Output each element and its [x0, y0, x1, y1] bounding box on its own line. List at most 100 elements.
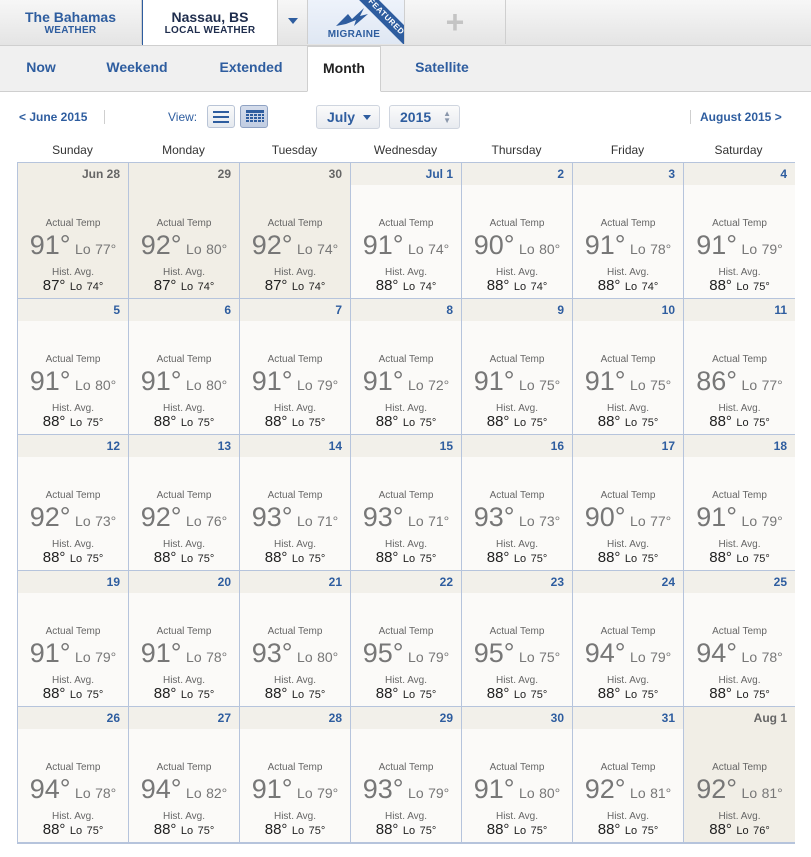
day-cell[interactable]: 5 Actual Temp 91° Lo 80° Hist. Avg. 88° Lo 7…: [18, 299, 129, 435]
add-location-tab[interactable]: +: [405, 0, 506, 44]
high-temp: 91°: [584, 230, 626, 260]
day-cell[interactable]: 17 Actual Temp 90° Lo 77° Hist. Avg. 88° Lo …: [573, 435, 684, 571]
high-temp: 93°: [251, 638, 293, 668]
weekday-label: Friday: [610, 143, 645, 157]
hist-high-temp: 88°: [486, 413, 510, 430]
actual-temps: 94° Lo 78°: [18, 774, 128, 805]
day-cell[interactable]: 26 Actual Temp 94° Lo 78° Hist. Avg. 88° Lo …: [18, 707, 129, 843]
day-cell[interactable]: 8 Actual Temp 91° Lo 72° Hist. Avg. 88° Lo 7…: [351, 299, 462, 435]
day-cell[interactable]: 27 Actual Temp 94° Lo 82° Hist. Avg. 88° Lo …: [129, 707, 240, 843]
hist-high-temp: 88°: [597, 277, 621, 294]
low-temp: 81°: [761, 785, 783, 801]
hist-avg-temps: 87° Lo 74°: [240, 277, 350, 295]
day-cell[interactable]: 30 Actual Temp 91° Lo 80° Hist. Avg. 88° Lo …: [462, 707, 573, 843]
day-cell[interactable]: 16 Actual Temp 93° Lo 73° Hist. Avg. 88° Lo …: [462, 435, 573, 571]
month-select[interactable]: July: [316, 105, 380, 129]
low-temp-prefix: Lo: [186, 377, 202, 393]
day-header: 8: [351, 299, 461, 321]
hist-high-temp: 88°: [42, 413, 66, 430]
day-number: 15: [439, 439, 453, 453]
actual-temp-label: Actual Temp: [712, 218, 767, 229]
actual-temp-label: Actual Temp: [156, 218, 212, 229]
day-cell[interactable]: 2 Actual Temp 90° Lo 80° Hist. Avg. 88° Lo 7…: [462, 163, 573, 299]
day-cell[interactable]: 28 Actual Temp 91° Lo 79° Hist. Avg. 88° Lo …: [240, 707, 351, 843]
day-header: 10: [573, 299, 683, 321]
chevron-down-icon: [363, 115, 371, 120]
tab-satellite[interactable]: Satellite: [400, 46, 484, 91]
day-cell[interactable]: 21 Actual Temp 93° Lo 80° Hist. Avg. 88° Lo …: [240, 571, 351, 707]
location-dropdown-button[interactable]: [279, 0, 308, 44]
day-cell[interactable]: Jul 1 Actual Temp 91° Lo 74° Hist. Avg. 88° …: [351, 163, 462, 299]
next-month-link[interactable]: August 2015 >: [700, 110, 782, 124]
day-header: 2: [462, 163, 572, 185]
high-temp: 94°: [29, 774, 71, 804]
day-cell[interactable]: 9 Actual Temp 91° Lo 75° Hist. Avg. 88° Lo 7…: [462, 299, 573, 435]
hist-low-prefix: Lo: [69, 417, 83, 429]
day-cell[interactable]: 3 Actual Temp 91° Lo 78° Hist. Avg. 88° Lo 7…: [573, 163, 684, 299]
low-temp: 78°: [650, 241, 672, 257]
actual-temps: 91° Lo 80°: [129, 366, 239, 397]
low-temp: 80°: [95, 377, 117, 393]
day-header: 11: [684, 299, 795, 321]
tab-now[interactable]: Now: [12, 46, 70, 91]
location-tab-nassau[interactable]: Nassau, BS LOCAL WEATHER: [142, 0, 278, 45]
high-temp: 90°: [584, 502, 626, 532]
low-temp: 79°: [95, 649, 117, 665]
low-temp: 71°: [428, 513, 450, 529]
low-temp-prefix: Lo: [741, 513, 758, 529]
day-header: 4: [684, 163, 795, 185]
day-cell[interactable]: 25 Actual Temp 94° Lo 78° Hist. Avg. 88° Lo …: [684, 571, 795, 707]
actual-temp-label: Actual Temp: [489, 762, 545, 773]
list-view-button[interactable]: [207, 105, 235, 128]
high-temp: 91°: [473, 774, 515, 804]
prev-month-link[interactable]: < June 2015: [19, 110, 87, 124]
hist-avg-temps: 88° Lo 75°: [240, 413, 350, 431]
featured-tab-migraine[interactable]: FEATURED MIGRAINE: [308, 0, 405, 44]
day-number: 23: [550, 575, 564, 589]
day-cell[interactable]: 19 Actual Temp 91° Lo 79° Hist. Avg. 88° Lo …: [18, 571, 129, 707]
day-cell[interactable]: 14 Actual Temp 93° Lo 71° Hist. Avg. 88° Lo …: [240, 435, 351, 571]
day-cell[interactable]: Jun 28 Actual Temp 91° Lo 77° Hist. Avg. 87°…: [18, 163, 129, 299]
low-temp: 78°: [206, 649, 228, 665]
hist-high-temp: 88°: [486, 277, 510, 294]
hist-low-temp: 74°: [86, 281, 104, 293]
day-cell[interactable]: 15 Actual Temp 93° Lo 71° Hist. Avg. 88° Lo …: [351, 435, 462, 571]
day-cell[interactable]: Aug 1 Actual Temp 92° Lo 81° Hist. Avg. 88° …: [684, 707, 795, 843]
day-number: 22: [439, 575, 453, 589]
day-cell[interactable]: 24 Actual Temp 94° Lo 79° Hist. Avg. 88° Lo …: [573, 571, 684, 707]
tab-month[interactable]: Month: [307, 46, 381, 92]
day-header: 30: [240, 163, 350, 185]
day-cell[interactable]: 22 Actual Temp 95° Lo 79° Hist. Avg. 88° Lo …: [351, 571, 462, 707]
day-cell[interactable]: 29 Actual Temp 92° Lo 80° Hist. Avg. 87° Lo …: [129, 163, 240, 299]
actual-temp-label: Actual Temp: [378, 490, 434, 501]
actual-temps: 94° Lo 79°: [573, 638, 683, 669]
actual-temp-label: Actual Temp: [600, 762, 656, 773]
calendar-view-button[interactable]: [240, 105, 268, 128]
hist-low-temp: 75°: [308, 689, 326, 701]
day-cell[interactable]: 18 Actual Temp 91° Lo 79° Hist. Avg. 88° Lo …: [684, 435, 795, 571]
low-temp-prefix: Lo: [630, 785, 646, 801]
actual-temp-label: Actual Temp: [600, 218, 656, 229]
weekday-label: Sunday: [52, 143, 93, 157]
hist-low-prefix: Lo: [291, 825, 305, 837]
day-cell[interactable]: 29 Actual Temp 93° Lo 79° Hist. Avg. 88° Lo …: [351, 707, 462, 843]
hist-avg-temps: 88° Lo 75°: [462, 413, 572, 431]
day-cell[interactable]: 31 Actual Temp 92° Lo 81° Hist. Avg. 88° Lo …: [573, 707, 684, 843]
tab-extended[interactable]: Extended: [206, 46, 296, 91]
low-temp: 79°: [428, 649, 450, 665]
day-cell[interactable]: 10 Actual Temp 91° Lo 75° Hist. Avg. 88° Lo …: [573, 299, 684, 435]
day-cell[interactable]: 30 Actual Temp 92° Lo 74° Hist. Avg. 87° Lo …: [240, 163, 351, 299]
day-header: 6: [129, 299, 239, 321]
day-cell[interactable]: 23 Actual Temp 95° Lo 75° Hist. Avg. 88° Lo …: [462, 571, 573, 707]
tab-weekend[interactable]: Weekend: [96, 46, 178, 91]
day-cell[interactable]: 12 Actual Temp 92° Lo 73° Hist. Avg. 88° Lo …: [18, 435, 129, 571]
day-cell[interactable]: 11 Actual Temp 86° Lo 77° Hist. Avg. 88° Lo …: [684, 299, 795, 435]
day-cell[interactable]: 6 Actual Temp 91° Lo 80° Hist. Avg. 88° Lo 7…: [129, 299, 240, 435]
day-cell[interactable]: 7 Actual Temp 91° Lo 79° Hist. Avg. 88° Lo 7…: [240, 299, 351, 435]
day-cell[interactable]: 13 Actual Temp 92° Lo 76° Hist. Avg. 88° Lo …: [129, 435, 240, 571]
year-select[interactable]: 2015 ▲ ▼: [389, 105, 460, 129]
day-cell[interactable]: 4 Actual Temp 91° Lo 79° Hist. Avg. 88° Lo 7…: [684, 163, 795, 299]
hist-low-prefix: Lo: [291, 553, 305, 565]
location-tab-bahamas[interactable]: The Bahamas WEATHER: [0, 0, 142, 44]
day-cell[interactable]: 20 Actual Temp 91° Lo 78° Hist. Avg. 88° Lo …: [129, 571, 240, 707]
